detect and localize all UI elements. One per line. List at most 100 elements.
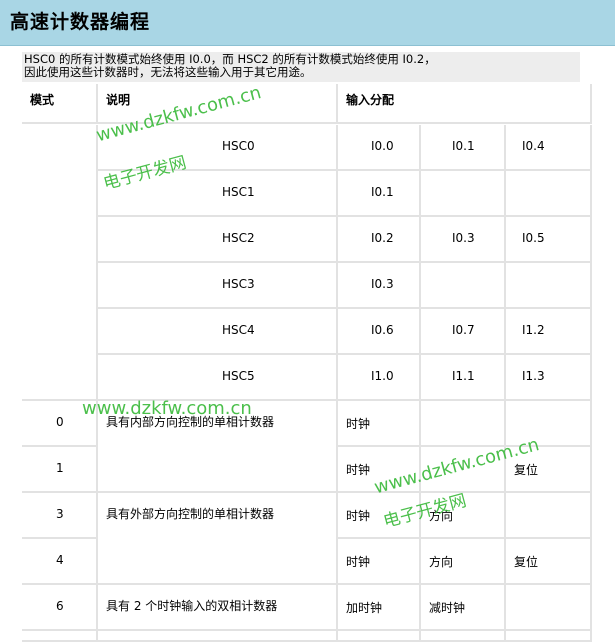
mode-input-1: 时钟 <box>338 447 421 493</box>
mode-number-cell-text: 1 <box>56 461 64 475</box>
counter-input-3: I0.4 <box>506 125 592 171</box>
mode-desc-cell-text: 具有 2 个时钟输入的双相计数器 <box>106 599 278 613</box>
header-inputs: 输入分配 <box>338 84 592 124</box>
counter-input-3-text: I0.4 <box>522 139 545 153</box>
mode-input-2 <box>421 401 506 447</box>
counter-name-cell-text: HSC4 <box>222 323 255 337</box>
counter-input-1: I1.0 <box>338 355 421 401</box>
counter-input-1-text: I0.2 <box>371 231 394 245</box>
mode-input-3 <box>506 493 592 539</box>
mode-desc-cell: 具有外部方向控制的单相计数器 <box>98 493 338 585</box>
counter-input-3 <box>506 171 592 217</box>
mode-number-cell-text: 0 <box>56 415 64 429</box>
mode-input-3: 复位 <box>506 447 592 493</box>
mode-input-3 <box>506 585 592 631</box>
counter-input-3-text: I0.5 <box>522 231 545 245</box>
counter-input-1: I0.2 <box>338 217 421 263</box>
mode-input-2-text: 方向 <box>429 509 454 523</box>
table-row-partial <box>421 631 506 642</box>
mode-input-2-text: 方向 <box>429 555 454 569</box>
mode-number-cell-text: 4 <box>56 553 64 567</box>
mode-input-1: 加时钟 <box>338 585 421 631</box>
counter-input-1-text: I0.3 <box>371 277 394 291</box>
table-row-partial <box>506 631 592 642</box>
counter-name-cell: HSC1 <box>98 171 338 217</box>
counter-input-3 <box>506 263 592 309</box>
counter-input-3: I0.5 <box>506 217 592 263</box>
counter-name-cell-text: HSC1 <box>222 185 255 199</box>
counter-input-2: I0.1 <box>421 125 506 171</box>
mode-input-1-text: 时钟 <box>346 509 371 523</box>
mode-input-2: 方向 <box>421 539 506 585</box>
counter-input-2-text: I0.3 <box>452 231 475 245</box>
counter-input-2: I0.3 <box>421 217 506 263</box>
counter-input-1-text: I1.0 <box>371 369 394 383</box>
counter-name-cell: HSC2 <box>98 217 338 263</box>
counter-input-1: I0.6 <box>338 309 421 355</box>
note-box: HSC0 的所有计数模式始终使用 I0.0，而 HSC2 的所有计数模式始终使用… <box>22 52 580 82</box>
counter-input-2-text: I1.1 <box>452 369 475 383</box>
counter-input-2-text: I0.7 <box>452 323 475 337</box>
page-title: 高速计数器编程 <box>10 11 151 33</box>
table-row-partial <box>338 631 421 642</box>
mode-number-cell: 3 <box>22 493 98 539</box>
mode-input-1-text: 时钟 <box>346 463 371 477</box>
mode-number-cell-text: 6 <box>56 599 64 613</box>
mode-input-1: 时钟 <box>338 493 421 539</box>
counter-input-2: I1.1 <box>421 355 506 401</box>
counter-name-cell: HSC4 <box>98 309 338 355</box>
counter-input-3-text: I1.3 <box>522 369 545 383</box>
counter-input-2: I0.7 <box>421 309 506 355</box>
header-mode: 模式 <box>22 84 98 124</box>
counter-name-cell-text: HSC2 <box>222 231 255 245</box>
counter-name-cell-text: HSC5 <box>222 369 255 383</box>
mode-number-cell: 6 <box>22 585 98 631</box>
counter-input-1-text: I0.6 <box>371 323 394 337</box>
counter-input-1-text: I0.1 <box>371 185 394 199</box>
mode-input-1-text: 加时钟 <box>346 601 383 615</box>
mode-input-2-text: 减时钟 <box>429 601 466 615</box>
note-line-2: 因此使用这些计数器时，无法将这些输入用于其它用途。 <box>24 65 312 79</box>
counter-name-cell: HSC5 <box>98 355 338 401</box>
mode-desc-cell-text: 具有外部方向控制的单相计数器 <box>106 507 275 521</box>
counter-input-1: I0.1 <box>338 171 421 217</box>
mode-input-3-text: 复位 <box>514 463 539 477</box>
counter-input-3: I1.2 <box>506 309 592 355</box>
header-inputs-text: 输入分配 <box>346 93 395 107</box>
mode-input-3: 复位 <box>506 539 592 585</box>
table-row-partial <box>98 631 338 642</box>
counter-input-1-text: I0.0 <box>371 139 394 153</box>
mode-number-cell: 0 <box>22 401 98 447</box>
counter-input-1: I0.0 <box>338 125 421 171</box>
counter-name-cell-text: HSC3 <box>222 277 255 291</box>
mode-input-2: 减时钟 <box>421 585 506 631</box>
counter-input-2-text: I0.1 <box>452 139 475 153</box>
mode-desc-cell: 具有内部方向控制的单相计数器 <box>98 401 338 493</box>
mode-input-3-text: 复位 <box>514 555 539 569</box>
mode-input-2 <box>421 447 506 493</box>
mode-input-1: 时钟 <box>338 401 421 447</box>
counter-name-cell-text: HSC0 <box>222 139 255 153</box>
mode-input-3 <box>506 401 592 447</box>
counter-input-2 <box>421 263 506 309</box>
counter-input-3: I1.3 <box>506 355 592 401</box>
counter-input-3-text: I1.2 <box>522 323 545 337</box>
header-desc-text: 说明 <box>106 93 131 107</box>
mode-number-cell: 1 <box>22 447 98 493</box>
mode-input-2: 方向 <box>421 493 506 539</box>
page-header: 高速计数器编程 <box>0 0 615 46</box>
mode-input-1: 时钟 <box>338 539 421 585</box>
header-desc: 说明 <box>98 84 338 124</box>
counter-name-cell: HSC0 <box>98 125 338 171</box>
counter-input-2 <box>421 171 506 217</box>
mode-desc-cell: 具有 2 个时钟输入的双相计数器 <box>98 585 338 631</box>
header-mode-text: 模式 <box>30 93 55 107</box>
table-row-partial <box>22 631 98 642</box>
mode-desc-cell-text: 具有内部方向控制的单相计数器 <box>106 415 275 429</box>
mode-input-1-text: 时钟 <box>346 555 371 569</box>
counter-name-cell: HSC3 <box>98 263 338 309</box>
counter-input-1: I0.3 <box>338 263 421 309</box>
mode-number-cell-text: 3 <box>56 507 64 521</box>
mode-input-1-text: 时钟 <box>346 417 371 431</box>
mode-blank-cell <box>22 125 98 401</box>
